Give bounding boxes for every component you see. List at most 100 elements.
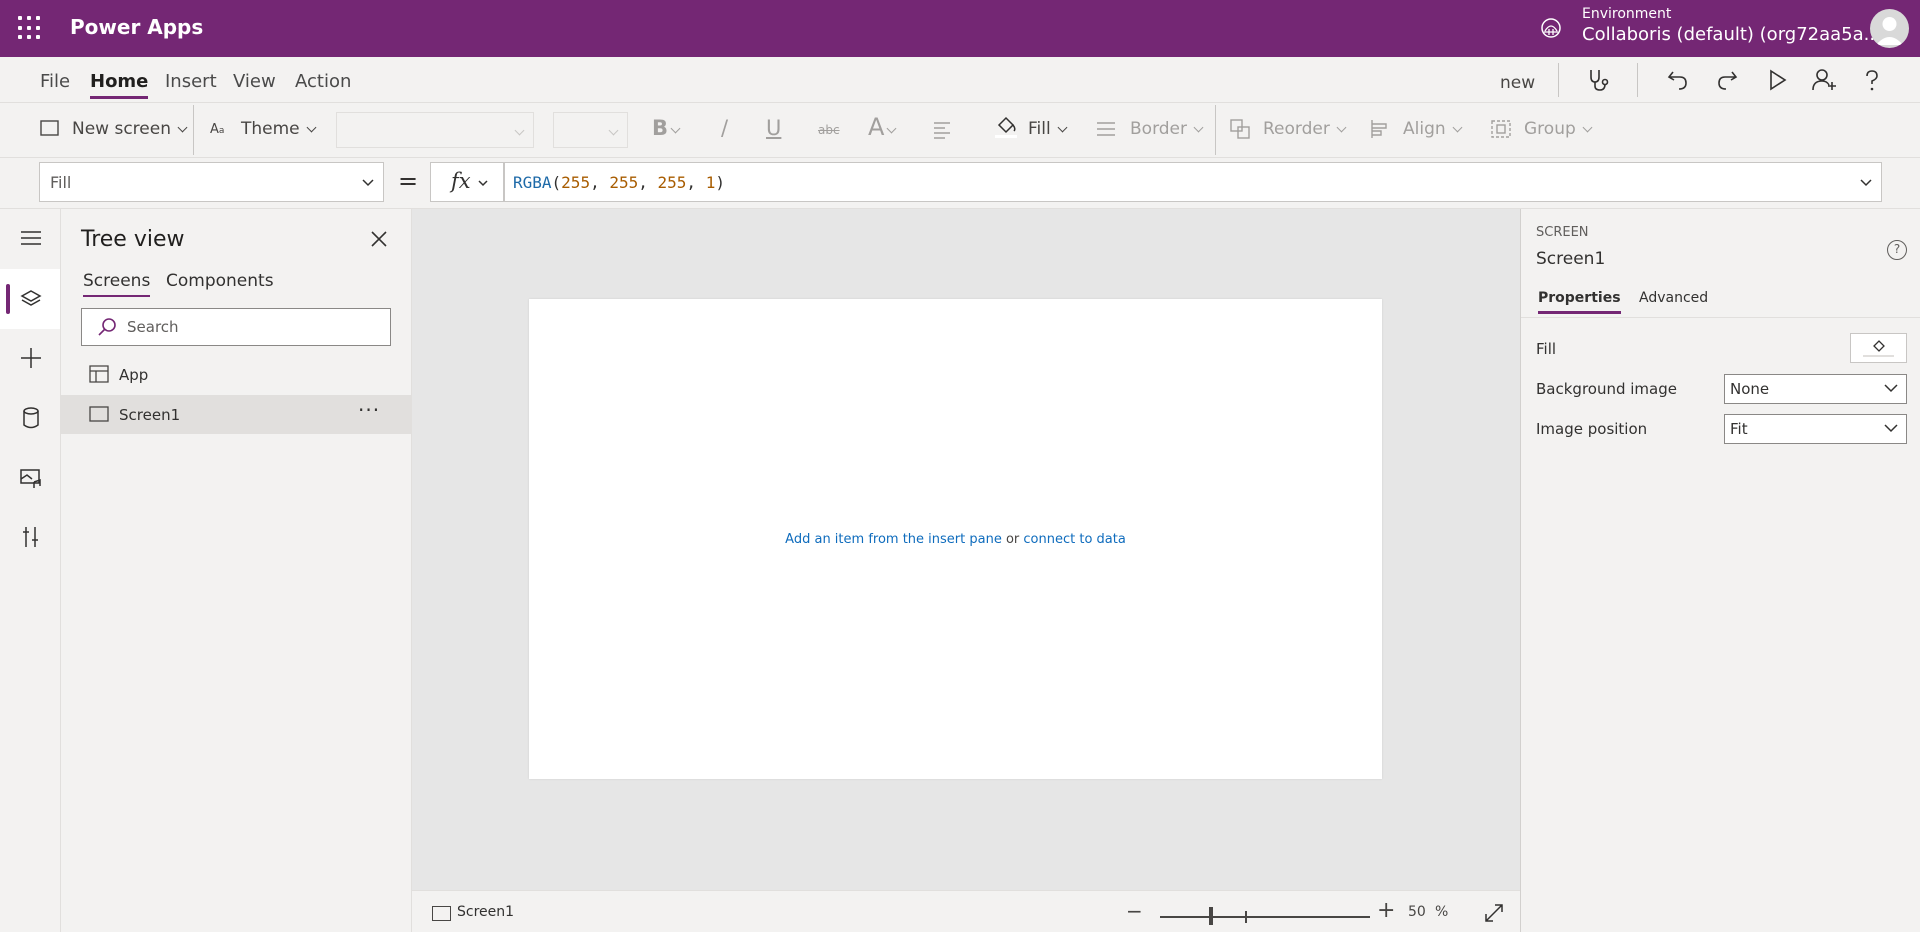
tree-view-icon[interactable] [18, 286, 44, 312]
formula-input[interactable]: RGBA(255, 255, 255, 1) [504, 162, 1882, 202]
menu-divider [1558, 63, 1559, 97]
ribbon-divider [1215, 105, 1216, 155]
italic-button[interactable]: / [721, 116, 728, 140]
chevron-down-icon [1884, 384, 1898, 393]
user-icon [1876, 17, 1903, 45]
ribbon: New screen Aa Theme B / U abc A Fill Bor… [0, 103, 1920, 158]
search-icon [98, 318, 116, 336]
fill-label: Fill [1536, 340, 1557, 358]
chevron-down-icon [886, 123, 897, 134]
function-button[interactable]: fx [430, 162, 504, 202]
properties-divider [1521, 317, 1920, 318]
underline-button[interactable]: U [766, 116, 781, 140]
media-icon[interactable] [18, 465, 44, 491]
border-button[interactable]: Border [1130, 119, 1204, 139]
tree-item-label: Screen1 [119, 406, 181, 424]
reorder-icon [1230, 119, 1250, 139]
tab-advanced[interactable]: Advanced [1639, 290, 1708, 306]
fill-button[interactable]: Fill [1028, 119, 1068, 139]
chevron-down-icon [608, 125, 619, 136]
search-input[interactable]: Search [81, 308, 391, 346]
connect-to-data-link[interactable]: connect to data [1023, 532, 1125, 547]
formula-arg: 255 [609, 173, 639, 192]
app-launcher-icon[interactable] [18, 16, 42, 40]
strikethrough-button[interactable]: abc [818, 123, 840, 137]
bold-button[interactable]: B [652, 116, 681, 140]
tab-screens[interactable]: Screens [83, 271, 151, 297]
tree-view-title: Tree view [81, 227, 185, 252]
stethoscope-icon[interactable] [1585, 67, 1611, 93]
zoom-slider[interactable] [1160, 916, 1370, 918]
insert-pane-link[interactable]: Add an item from the insert pane [785, 532, 1002, 547]
zoom-value[interactable]: 50 [1408, 904, 1426, 920]
font-color-button[interactable]: A [868, 113, 897, 141]
image-position-select[interactable]: Fit [1724, 414, 1907, 444]
align-button[interactable]: Align [1403, 119, 1463, 139]
theme-button[interactable]: Theme [241, 119, 317, 139]
menu-divider [1637, 63, 1638, 97]
screen-canvas[interactable]: Add an item from the insert pane or conn… [529, 299, 1382, 779]
border-icon [1097, 122, 1115, 136]
fx-icon: fx [451, 169, 471, 193]
tab-components[interactable]: Components [166, 271, 274, 291]
tree-item-app[interactable]: App [61, 355, 411, 394]
hamburger-icon[interactable] [18, 225, 44, 251]
insert-icon[interactable] [18, 345, 44, 371]
new-screen-button[interactable]: New screen [72, 119, 188, 139]
play-icon[interactable] [1764, 67, 1790, 93]
reorder-button[interactable]: Reorder [1263, 119, 1347, 139]
redo-icon[interactable] [1714, 67, 1740, 93]
environment-value[interactable]: Collaboris (default) (org72aa5a... [1582, 24, 1881, 45]
font-select[interactable] [336, 112, 534, 148]
new-screen-icon [40, 120, 59, 136]
font-size-select[interactable] [553, 112, 628, 148]
more-options-icon[interactable]: ··· [358, 398, 380, 422]
chevron-down-icon [1582, 122, 1593, 133]
current-screen-label[interactable]: Screen1 [457, 904, 514, 920]
chevron-down-icon [670, 123, 681, 134]
property-select[interactable]: Fill [39, 162, 384, 202]
environment-icon[interactable] [1540, 17, 1562, 39]
formula-arg: 255 [657, 173, 687, 192]
bold-label: B [652, 116, 669, 140]
tab-insert[interactable]: Insert [165, 71, 217, 92]
property-select-value: Fill [50, 173, 72, 192]
group-button[interactable]: Group [1524, 119, 1593, 139]
tab-action[interactable]: Action [295, 71, 351, 92]
selected-name[interactable]: Screen1 [1536, 249, 1605, 269]
help-icon[interactable]: ? [1887, 240, 1907, 260]
fill-bucket-icon [995, 116, 1017, 138]
zoom-slider-thumb[interactable] [1209, 907, 1213, 925]
formula-arg: 1 [705, 173, 716, 192]
new-screen-label: New screen [72, 119, 171, 139]
zoom-out-button[interactable]: − [1126, 899, 1143, 923]
chevron-down-icon [1193, 122, 1204, 133]
app-icon [89, 365, 109, 383]
background-image-select[interactable]: None [1724, 374, 1907, 404]
image-position-label: Image position [1536, 420, 1648, 438]
share-icon[interactable] [1811, 67, 1837, 93]
ribbon-divider [193, 105, 194, 155]
app-name-label[interactable]: new [1500, 73, 1535, 93]
expand-formula-icon[interactable] [1859, 175, 1873, 189]
tab-view[interactable]: View [233, 71, 276, 92]
tools-icon[interactable] [18, 524, 44, 550]
avatar[interactable] [1870, 9, 1909, 48]
selected-kind: SCREEN [1536, 225, 1589, 240]
text-align-icon[interactable] [933, 120, 955, 140]
tab-properties[interactable]: Properties [1538, 290, 1621, 314]
close-icon[interactable] [370, 230, 388, 248]
app-title[interactable]: Power Apps [70, 15, 203, 39]
undo-icon[interactable] [1665, 67, 1691, 93]
zoom-in-button[interactable]: + [1377, 898, 1395, 923]
theme-label: Theme [241, 119, 300, 139]
tab-home[interactable]: Home [90, 71, 149, 99]
help-icon[interactable] [1859, 67, 1885, 93]
fill-label: Fill [1028, 119, 1051, 139]
data-icon[interactable] [18, 405, 44, 431]
fill-color-picker[interactable] [1850, 333, 1907, 363]
tab-file[interactable]: File [40, 71, 70, 92]
background-image-value: None [1730, 380, 1770, 398]
tree-item-screen1[interactable]: Screen1 ··· [61, 395, 411, 434]
fit-to-window-icon[interactable] [1483, 902, 1505, 924]
